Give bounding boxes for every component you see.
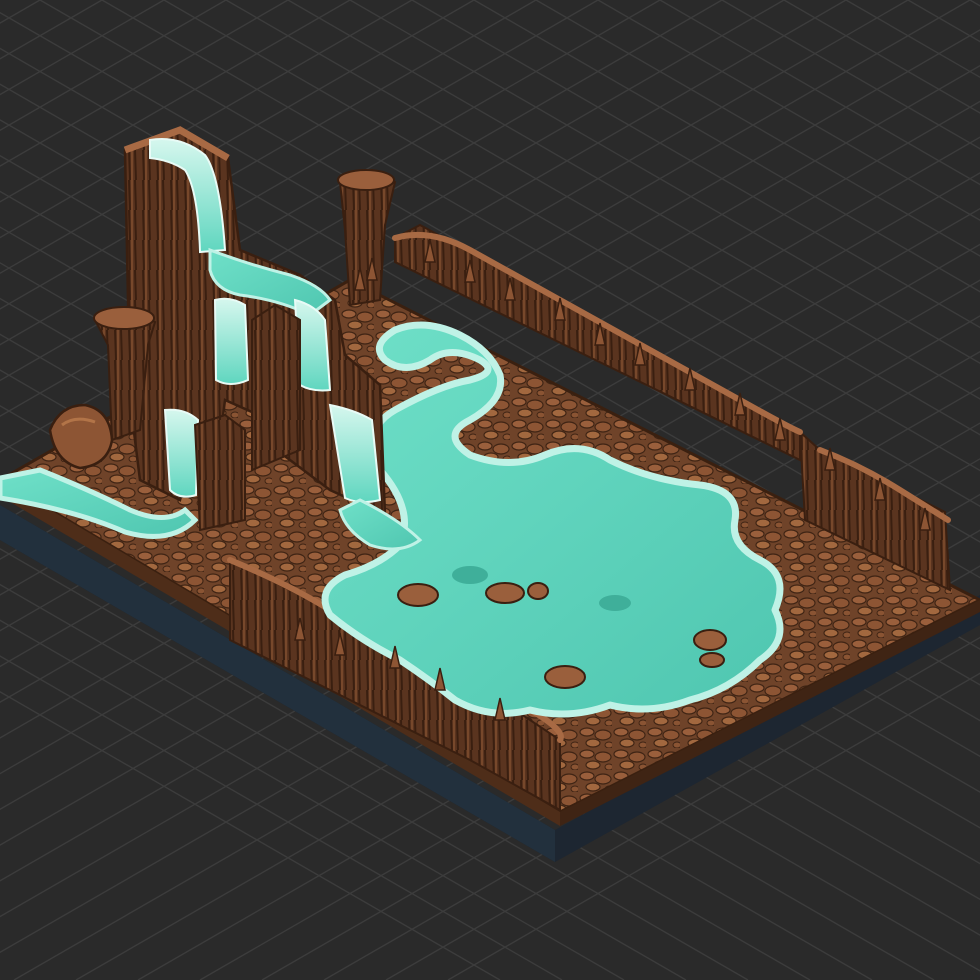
grid-line [907,0,980,43]
grid-line [969,0,980,7]
3d-viewport[interactable] [0,0,980,980]
scene-canvas[interactable] [0,0,980,980]
